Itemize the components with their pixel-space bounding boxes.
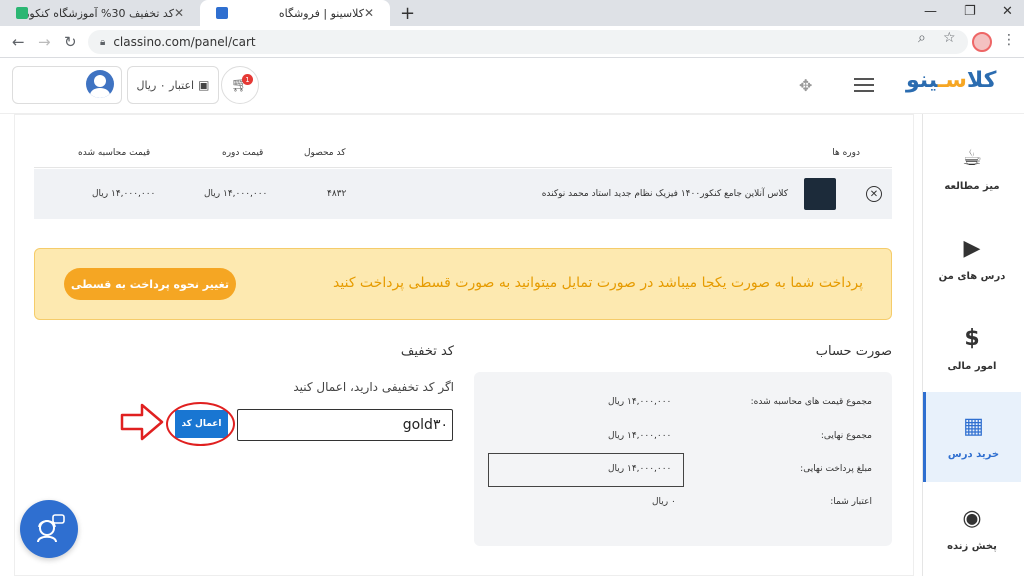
header-price: قیمت دوره xyxy=(222,147,264,158)
zoom-icon[interactable]: ⌕ xyxy=(918,30,926,46)
header-code: کد محصول xyxy=(304,147,346,158)
money-icon: $ xyxy=(964,326,980,351)
restore-icon[interactable]: ❐ xyxy=(964,4,976,19)
coffee-cup-icon: ☕︎ xyxy=(962,146,982,171)
sidebar-item-label: میز مطالعه xyxy=(944,181,1000,192)
minimize-icon[interactable]: — xyxy=(924,4,937,19)
forward-icon[interactable]: → xyxy=(38,33,51,51)
invoice-value: ۱۴,۰۰۰,۰۰۰ ریال xyxy=(608,464,672,474)
tab-favicon-icon xyxy=(16,7,28,19)
cart-count-badge: 1 xyxy=(242,74,253,85)
sidebar-item-label: خرید درس xyxy=(947,449,1000,460)
course-thumbnail xyxy=(804,178,836,210)
back-icon[interactable]: ← xyxy=(12,33,25,51)
sidebar-item-finance[interactable]: $ امور مالی xyxy=(923,304,1021,394)
course-title: کلاس آنلاین جامع کنکور۱۴۰۰ فیزیک نظام جد… xyxy=(541,189,788,199)
sidebar-item-label: درس های من xyxy=(938,271,1006,282)
tab-close-icon[interactable]: ✕ xyxy=(364,6,374,20)
live-broadcast-icon: ◉ xyxy=(962,506,982,531)
remove-item-icon[interactable]: ✕ xyxy=(866,186,882,202)
site-logo[interactable]: کلاسـینو xyxy=(906,68,996,93)
invoice-value: ۱۴,۰۰۰,۰۰۰ ریال xyxy=(608,431,672,441)
invoice-title: صورت حساب xyxy=(815,344,892,359)
cart-button[interactable]: 🛒︎ xyxy=(221,66,259,104)
store-icon: ▦ xyxy=(963,414,984,439)
reload-icon[interactable]: ↻ xyxy=(64,33,77,51)
logo-part: سـ xyxy=(937,68,967,93)
new-tab-icon[interactable]: + xyxy=(400,3,415,24)
table-row: کلاس آنلاین جامع کنکور۱۴۰۰ فیزیک نظام جد… xyxy=(34,169,892,219)
invoice-value: ۱۴,۰۰۰,۰۰۰ ریال xyxy=(608,397,672,407)
tab-favicon-icon xyxy=(216,7,228,19)
logo-part: کلا xyxy=(966,68,997,93)
fullscreen-move-icon[interactable]: ✥ xyxy=(799,76,812,95)
user-avatar-icon[interactable] xyxy=(86,70,114,98)
support-chat-button[interactable] xyxy=(20,500,78,558)
url-text: classino.com/panel/cart xyxy=(113,35,256,49)
sidebar-item-label: پخش زنده xyxy=(947,541,997,552)
sidebar-item-live[interactable]: ◉ پخش زنده xyxy=(923,484,1021,574)
close-window-icon[interactable]: ✕ xyxy=(1002,4,1013,19)
invoice-label: اعتبار شما: xyxy=(830,497,872,507)
header-computed-price: قیمت محاسبه شده xyxy=(78,147,151,158)
notice-text: پرداخت شما به صورت یکجا میباشد در صورت ت… xyxy=(333,275,863,291)
bookmark-star-icon[interactable]: ☆ xyxy=(943,30,956,46)
address-row: ← → ↻ 🔒︎ classino.com/panel/cart ⌕ ☆ xyxy=(0,26,1024,58)
discount-title: کد تخفیف xyxy=(400,344,454,359)
product-code: ۴۸۳۲ xyxy=(327,189,347,199)
annotation-red-arrow-icon xyxy=(120,403,164,441)
course-price: ۱۴,۰۰۰,۰۰۰ ریال xyxy=(204,189,268,199)
invoice-value: ۰ ریال xyxy=(652,497,676,507)
sidebar: ☕︎ میز مطالعه ▶︎ درس های من $ امور مالی … xyxy=(922,114,1024,576)
discount-code-input[interactable] xyxy=(237,409,453,441)
invoice-label: مجموع نهایی: xyxy=(820,431,872,441)
computed-price: ۱۴,۰۰۰,۰۰۰ ریال xyxy=(92,189,156,199)
browser-menu-icon[interactable]: ⋮ xyxy=(1002,32,1016,48)
discount-hint: اگر کد تخفیفی دارید، اعمال کنید xyxy=(293,380,454,394)
annotation-red-circle xyxy=(166,402,235,446)
browser-tab-discount[interactable]: ✕ کد تخفیف 30% آموزشگاه کنکور آنلا... xyxy=(0,0,200,26)
sidebar-item-my-lessons[interactable]: ▶︎ درس های من xyxy=(923,214,1021,304)
sidebar-item-label: امور مالی xyxy=(947,361,997,372)
invoice-label: مجموع قیمت های محاسبه شده: xyxy=(750,397,872,407)
credit-label: اعتبار ۰ ریال xyxy=(136,78,195,92)
sidebar-item-study-desk[interactable]: ☕︎ میز مطالعه xyxy=(923,124,1021,214)
tab-title: کلاسینو | فروشگاه xyxy=(278,6,364,20)
credit-box[interactable]: ▣ اعتبار ۰ ریال xyxy=(127,66,219,104)
profile-avatar-icon[interactable] xyxy=(972,32,992,52)
browser-tab-bar: ✕ کد تخفیف 30% آموزشگاه کنکور آنلا... ✕ … xyxy=(0,0,1024,26)
wallet-icon: ▣ xyxy=(198,78,210,92)
hamburger-menu-icon[interactable] xyxy=(854,78,874,92)
change-payment-button[interactable]: تغییر نحوه پرداخت به قسطی xyxy=(64,268,236,300)
browser-tab-shop[interactable]: ✕ کلاسینو | فروشگاه xyxy=(200,0,390,26)
sidebar-item-buy-lesson[interactable]: ▦ خرید درس xyxy=(923,392,1021,482)
tab-title: کد تخفیف 30% آموزشگاه کنکور آنلا... xyxy=(28,6,174,20)
cart-table-header: دوره ها کد محصول قیمت دوره قیمت محاسبه ش… xyxy=(34,138,892,168)
header-course: دوره ها xyxy=(832,147,860,158)
logo-part: ینو xyxy=(906,68,938,93)
url-bar[interactable]: 🔒︎ classino.com/panel/cart xyxy=(88,30,968,54)
support-agent-icon xyxy=(37,514,65,543)
lock-icon: 🔒︎ xyxy=(100,36,106,48)
tab-close-icon[interactable]: ✕ xyxy=(174,6,184,20)
invoice-label: مبلغ پرداخت نهایی: xyxy=(800,464,872,474)
video-player-icon: ▶︎ xyxy=(963,236,981,261)
